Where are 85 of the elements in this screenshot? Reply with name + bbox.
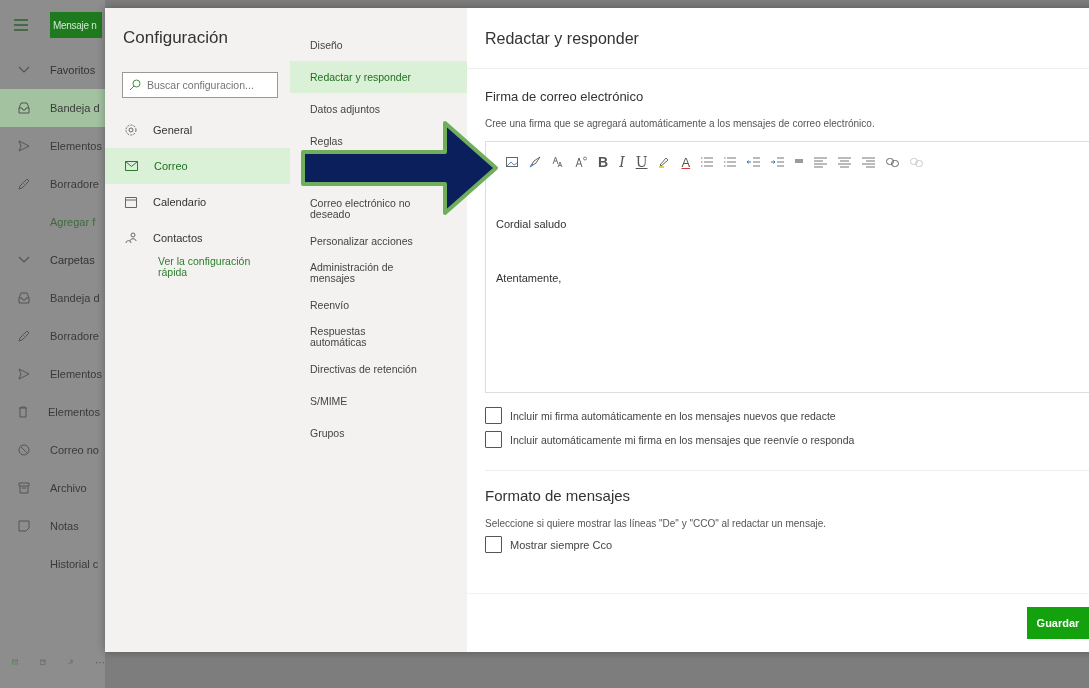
format-button[interactable]: I bbox=[619, 155, 625, 169]
subcategory-item[interactable]: Directivas de retención bbox=[290, 358, 437, 380]
nav-item[interactable]: Elementos bbox=[0, 355, 105, 393]
nav-item[interactable]: Elementos bbox=[0, 393, 105, 431]
category-item[interactable]: General bbox=[105, 112, 290, 148]
font-size-icon[interactable] bbox=[552, 156, 564, 168]
category-item[interactable]: Calendario bbox=[105, 184, 290, 220]
format-button[interactable]: U bbox=[635, 155, 648, 169]
signature-editor[interactable]: B I U A Cordial saludo Atentamente, bbox=[485, 141, 1089, 393]
subcategory-item[interactable]: Personalizar acciones bbox=[290, 230, 433, 252]
bullet-list-icon[interactable] bbox=[701, 157, 714, 167]
align-icon[interactable] bbox=[862, 156, 876, 168]
checkbox-label: Incluir automáticamente mi firma en los mensajes que reenvíe o responda bbox=[510, 433, 855, 446]
format-button[interactable]: B bbox=[598, 155, 609, 169]
image-icon[interactable] bbox=[506, 157, 518, 167]
brush-icon[interactable] bbox=[529, 156, 541, 168]
nav-item[interactable]: Elementos bbox=[0, 127, 105, 165]
nav-item[interactable]: Favoritos bbox=[0, 51, 105, 89]
subcategory-item[interactable]: S/MIME bbox=[290, 390, 368, 412]
gear-icon bbox=[125, 124, 137, 136]
superscript-icon[interactable] bbox=[575, 156, 587, 168]
indent-icon[interactable] bbox=[771, 157, 785, 167]
new-message-button[interactable]: Mensaje n bbox=[50, 12, 102, 38]
subcategory-item[interactable]: Correo electrónico no deseado bbox=[290, 198, 440, 220]
subcategory-item[interactable]: Grupos bbox=[290, 422, 365, 444]
subcategory-item[interactable]: Administración de mensajes bbox=[290, 262, 440, 284]
nav-item[interactable]: Correo no bbox=[0, 431, 105, 469]
calendar-icon[interactable] bbox=[40, 656, 46, 668]
checkbox[interactable] bbox=[485, 431, 502, 448]
nav-item[interactable]: Bandeja d bbox=[0, 279, 105, 317]
subcategory-item[interactable]: Diseño bbox=[290, 34, 363, 56]
send-icon bbox=[18, 368, 30, 380]
section-description: Seleccione si quiere mostrar las líneas "De" y "CCO" al redactar un mensaje. bbox=[485, 518, 827, 529]
mail-icon[interactable] bbox=[12, 657, 19, 667]
align-icon[interactable] bbox=[838, 156, 852, 168]
calendar-icon bbox=[125, 196, 137, 208]
people-icon bbox=[125, 232, 137, 244]
trash-icon bbox=[18, 406, 28, 418]
subcategory-item[interactable]: Datos adjuntos bbox=[290, 98, 401, 120]
highlighter-icon[interactable] bbox=[658, 156, 671, 168]
nav-item[interactable]: Borradore bbox=[0, 165, 105, 203]
subcategory-item[interactable]: Respuestas automáticas bbox=[290, 326, 440, 348]
nav-item[interactable]: Borradore bbox=[0, 317, 105, 355]
quote-icon[interactable] bbox=[795, 159, 804, 165]
link-icon[interactable] bbox=[886, 157, 900, 167]
section-heading: Formato de mensajes bbox=[485, 487, 632, 504]
pencil-icon bbox=[18, 178, 30, 190]
format-button[interactable]: A bbox=[681, 155, 691, 169]
subcategory-item[interactable]: Reglas bbox=[290, 130, 363, 152]
numbered-list-icon[interactable] bbox=[724, 157, 737, 167]
chevron-icon bbox=[18, 66, 30, 74]
note-icon bbox=[18, 520, 30, 532]
quick-settings-link[interactable]: Ver la configuración rápida bbox=[158, 256, 270, 278]
nav-item[interactable]: Bandeja d bbox=[0, 89, 105, 127]
signature-text: Atentamente, bbox=[496, 272, 563, 284]
nav-item[interactable]: Historial c bbox=[0, 545, 105, 583]
nav-item[interactable]: Carpetas bbox=[0, 241, 105, 279]
chevron-icon bbox=[18, 256, 30, 264]
save-button[interactable]: Guardar bbox=[1027, 607, 1089, 639]
category-item[interactable]: Correo bbox=[105, 148, 290, 184]
subcategory-item[interactable]: Redactar y responder bbox=[290, 61, 467, 93]
section-description: Cree una firma que se agregará automáticamente a los mensajes de correo electrónico. bbox=[485, 118, 876, 129]
pencil-icon bbox=[18, 330, 30, 342]
panel-title: Redactar y responder bbox=[467, 8, 1089, 69]
archive-icon bbox=[18, 482, 30, 494]
signature-text: Cordial saludo bbox=[496, 218, 568, 230]
inbox-icon bbox=[18, 102, 30, 114]
nav-item[interactable]: Notas bbox=[0, 507, 105, 545]
inbox-icon bbox=[18, 292, 30, 304]
checkbox-label: Incluir mi firma automáticamente en los mensajes nuevos que redacte bbox=[510, 409, 836, 422]
outdent-icon[interactable] bbox=[747, 157, 761, 167]
send-icon bbox=[18, 140, 30, 152]
align-icon[interactable] bbox=[814, 156, 828, 168]
settings-title: Configuración bbox=[122, 27, 229, 49]
category-item[interactable]: Contactos bbox=[105, 220, 290, 256]
checkbox-label: Mostrar siempre Cco bbox=[510, 538, 613, 551]
subcategory-item[interactable]: Reenvío bbox=[290, 294, 370, 316]
checkbox[interactable] bbox=[485, 536, 502, 553]
checkbox[interactable] bbox=[485, 407, 502, 424]
menu-icon[interactable] bbox=[14, 19, 28, 31]
blocked-icon bbox=[18, 444, 30, 456]
nav-item[interactable]: Archivo bbox=[0, 469, 105, 507]
section-heading: Firma de correo electrónico bbox=[485, 89, 645, 104]
search-field[interactable]: Buscar configuracion... bbox=[122, 72, 278, 98]
mail-icon bbox=[125, 161, 138, 171]
